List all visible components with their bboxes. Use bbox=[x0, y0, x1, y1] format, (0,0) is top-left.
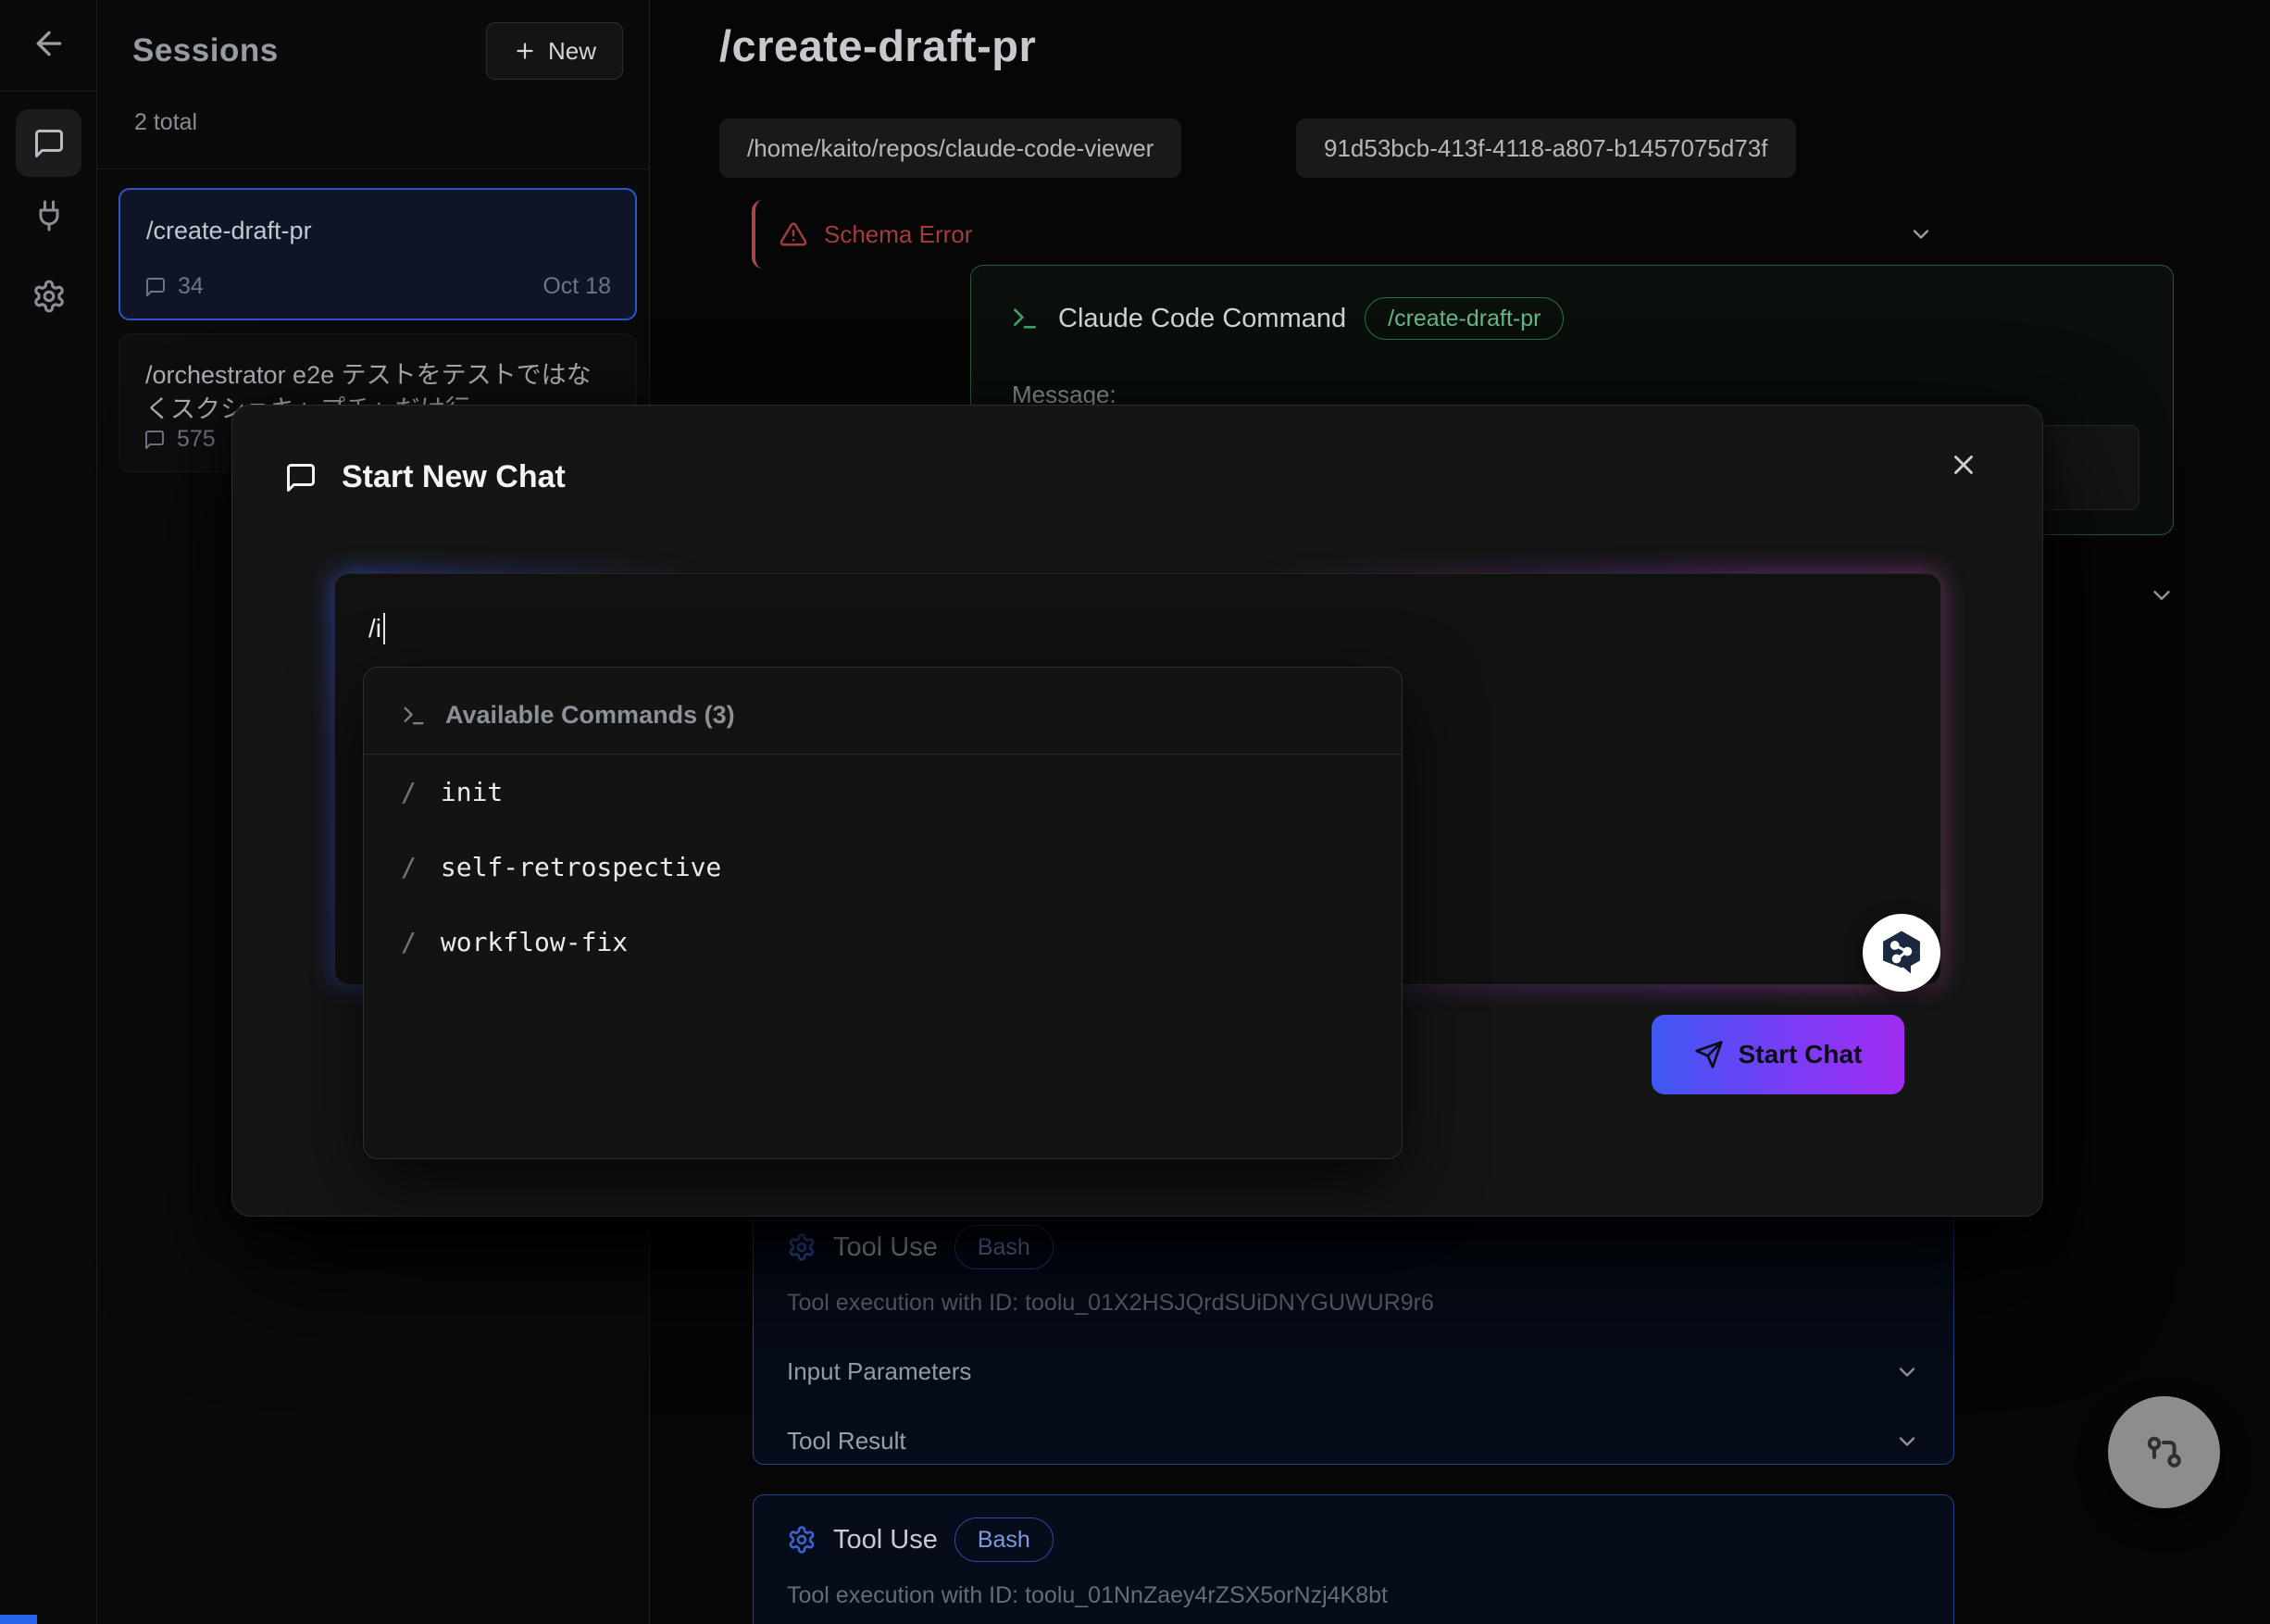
command-prefix: / bbox=[401, 777, 417, 807]
command-item-self-retrospective[interactable]: / self-retrospective bbox=[364, 830, 1402, 905]
input-parameters-label: Input Parameters bbox=[787, 1357, 971, 1386]
tool-result-label: Tool Result bbox=[787, 1427, 906, 1455]
sidebar-item-mcp[interactable] bbox=[16, 181, 81, 249]
tool-use-card: Tool Use Bash Tool execution with ID: to… bbox=[753, 1202, 1954, 1465]
message-square-icon bbox=[144, 276, 167, 298]
close-icon bbox=[1948, 449, 1989, 481]
message-square-icon bbox=[143, 429, 166, 451]
gear-icon bbox=[787, 1232, 817, 1262]
command-name: workflow-fix bbox=[441, 927, 628, 957]
chat-input-value: /i bbox=[368, 613, 385, 644]
message-square-icon bbox=[32, 127, 66, 160]
plug-icon bbox=[32, 199, 66, 232]
tool-badge-bash: Bash bbox=[954, 1518, 1054, 1562]
dialog-header: Start New Chat bbox=[284, 459, 566, 495]
tool-use-title: Tool Use bbox=[833, 1232, 938, 1263]
sessions-header: Sessions New bbox=[132, 22, 623, 80]
sidebar-item-settings[interactable] bbox=[16, 262, 81, 330]
dialog-title: Start New Chat bbox=[342, 459, 566, 495]
app-root: Sessions New 2 total /create-draft-pr 34… bbox=[0, 0, 2270, 1624]
alert-triangle-icon bbox=[780, 220, 807, 248]
tool-result-toggle[interactable]: Tool Result bbox=[787, 1427, 1920, 1455]
command-badge: /create-draft-pr bbox=[1365, 297, 1564, 340]
available-commands-label: Available Commands (3) bbox=[445, 701, 735, 730]
terminal-icon bbox=[401, 703, 427, 729]
input-parameters-toggle[interactable]: Input Parameters bbox=[787, 1357, 1920, 1386]
schema-error-banner[interactable]: Schema Error bbox=[752, 200, 1952, 269]
session-title: /create-draft-pr bbox=[146, 214, 609, 248]
text-caret bbox=[383, 613, 385, 644]
message-square-icon bbox=[284, 461, 318, 494]
session-id-badge: 91d53bcb-413f-4118-a807-b1457075d73f bbox=[1296, 119, 1796, 178]
git-branch-fab-button[interactable] bbox=[2108, 1396, 2220, 1508]
terminal-icon bbox=[1010, 304, 1040, 333]
available-commands-header: Available Commands (3) bbox=[364, 668, 1402, 754]
command-card-header: Claude Code Command /create-draft-pr bbox=[1010, 297, 1564, 340]
app-logo-badge bbox=[1863, 914, 1940, 992]
new-session-label: New bbox=[548, 37, 596, 66]
session-message-count: 34 bbox=[178, 273, 204, 300]
send-icon bbox=[1694, 1040, 1724, 1069]
schema-error-label: Schema Error bbox=[824, 220, 972, 249]
chevron-down-icon[interactable] bbox=[1908, 221, 1934, 247]
tool-use-header: Tool Use Bash bbox=[787, 1518, 1920, 1562]
tool-use-header: Tool Use Bash bbox=[787, 1225, 1920, 1269]
session-date: Oct 18 bbox=[543, 273, 611, 300]
gear-icon bbox=[787, 1525, 817, 1555]
dev-indicator-badge bbox=[0, 1615, 37, 1624]
sidebar-divider bbox=[0, 91, 97, 92]
sessions-title: Sessions bbox=[132, 32, 279, 69]
chevron-down-icon bbox=[1894, 1429, 1920, 1455]
start-chat-dialog: Start New Chat /i bbox=[231, 405, 2043, 1217]
chevron-down-icon bbox=[1894, 1359, 1920, 1385]
available-commands-popover: Available Commands (3) / init / self-ret… bbox=[363, 667, 1403, 1159]
tool-badge-bash: Bash bbox=[954, 1225, 1054, 1269]
command-item-workflow-fix[interactable]: / workflow-fix bbox=[364, 905, 1402, 980]
close-button[interactable] bbox=[1948, 444, 1989, 485]
chevron-down-icon[interactable] bbox=[2148, 581, 2176, 609]
tool-use-card: Tool Use Bash Tool execution with ID: to… bbox=[753, 1494, 1954, 1624]
command-prefix: / bbox=[401, 927, 417, 957]
start-chat-button[interactable]: Start Chat bbox=[1652, 1015, 1904, 1094]
new-session-button[interactable]: New bbox=[486, 22, 623, 80]
session-card-create-draft-pr[interactable]: /create-draft-pr 34 Oct 18 bbox=[118, 188, 637, 320]
arrow-left-icon bbox=[31, 25, 68, 62]
command-prefix: / bbox=[401, 852, 417, 882]
sessions-total: 2 total bbox=[134, 109, 197, 136]
command-card-title: Claude Code Command bbox=[1058, 304, 1346, 334]
session-meta: 34 Oct 18 bbox=[144, 273, 611, 300]
share-chat-logo-icon bbox=[1875, 926, 1928, 980]
page-title: /create-draft-pr bbox=[719, 20, 1036, 71]
command-name: self-retrospective bbox=[441, 852, 721, 882]
sidebar-item-chats[interactable] bbox=[16, 109, 81, 177]
plus-icon bbox=[513, 39, 537, 63]
gear-icon bbox=[31, 279, 67, 314]
command-name: init bbox=[441, 777, 503, 807]
session-message-count: 575 bbox=[177, 426, 216, 453]
tool-execution-id: Tool execution with ID: toolu_01X2HSJQrd… bbox=[787, 1290, 1920, 1317]
tool-execution-id: Tool execution with ID: toolu_01NnZaey4r… bbox=[787, 1582, 1920, 1609]
back-button[interactable] bbox=[31, 25, 68, 62]
sidebar bbox=[0, 0, 97, 1624]
tool-use-title: Tool Use bbox=[833, 1525, 938, 1555]
command-item-init[interactable]: / init bbox=[364, 755, 1402, 830]
start-chat-label: Start Chat bbox=[1739, 1040, 1863, 1069]
project-path-badge: /home/kaito/repos/claude-code-viewer bbox=[719, 119, 1181, 178]
git-pull-request-icon bbox=[2142, 1430, 2187, 1475]
